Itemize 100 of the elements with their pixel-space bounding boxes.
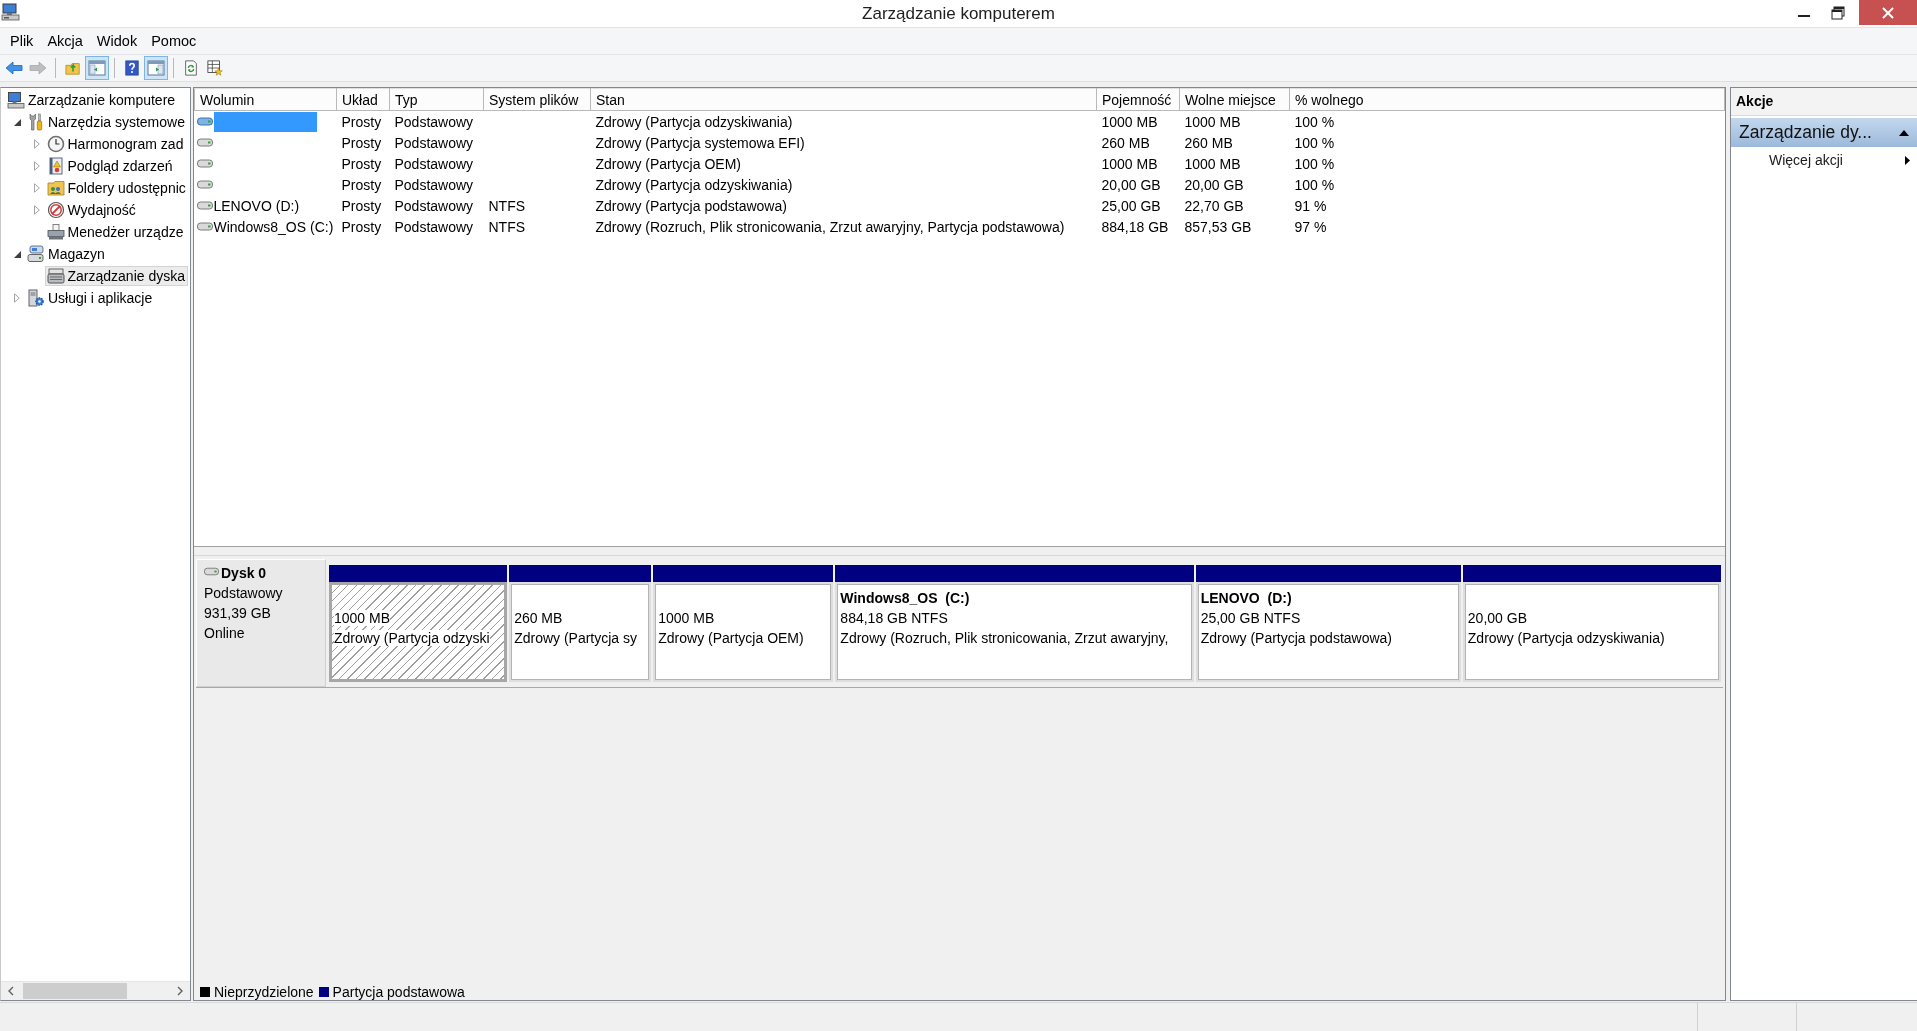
tree-item[interactable]: Narzędzia systemowe: [25, 112, 188, 132]
legend-label: Partycja podstawowa: [332, 983, 465, 1000]
scroll-right-icon[interactable]: [177, 986, 183, 996]
drive-icon: [204, 566, 219, 576]
table-cell-text: 260 MB: [1100, 133, 1151, 153]
selection-highlight[interactable]: [213, 111, 317, 132]
tree-item[interactable]: Zarządzanie komputere: [5, 90, 179, 110]
menu-item[interactable]: Plik: [3, 30, 41, 52]
table-cell: Zdrowy (Partycja odzyskiwania): [590, 110, 1097, 132]
partition-block[interactable]: 260 MB Zdrowy (Partycja sy: [509, 582, 652, 682]
column-header[interactable]: % wolnego: [1289, 88, 1725, 111]
table-cell-text: Prosty: [340, 154, 383, 174]
scroll-left-icon[interactable]: [8, 986, 14, 996]
expand-arrow-icon[interactable]: [33, 139, 40, 149]
partition-status: Zdrowy (Partycja odzyskiwania): [1467, 630, 1665, 646]
partition-name: Windows8_OS (C:): [840, 590, 970, 606]
expand-arrow-icon[interactable]: [33, 161, 40, 171]
minimize-icon: [1798, 14, 1810, 17]
action-link[interactable]: Więcej akcji: [1731, 147, 1917, 173]
table-cell-text: Zdrowy (Partycja podstawowa): [594, 196, 788, 216]
expand-arrow-icon[interactable]: [14, 293, 20, 303]
partition-size: 1000 MB: [334, 610, 391, 626]
table-cell-text: 91 %: [1293, 196, 1328, 216]
legend-label: Nieprzydzielone: [214, 983, 314, 1000]
pane-icon: [88, 60, 106, 76]
app-icon: [1, 2, 21, 22]
table-cell-text: NTFS: [487, 217, 527, 237]
table-cell: 1000 MB: [1179, 110, 1290, 132]
folder-icon: [46, 179, 65, 197]
scrollbar-thumb[interactable]: [23, 983, 127, 999]
partition-name: LENOVO (D:): [1200, 590, 1292, 606]
table-cell-text: 20,00 GB: [1100, 175, 1162, 195]
column-header[interactable]: Typ: [389, 88, 484, 111]
table-cell-text: 97 %: [1293, 217, 1328, 237]
tree-item[interactable]: Foldery udostępnic: [44, 178, 189, 198]
column-header[interactable]: Układ: [336, 88, 390, 111]
table-cell-text: 857,53 GB: [1183, 217, 1253, 237]
table-cell-text: Prosty: [340, 133, 383, 153]
table-cell-text: Zdrowy (Partycja OEM): [594, 154, 742, 174]
window-title: Zarządzanie komputerem: [862, 3, 1055, 25]
close-button[interactable]: [1859, 0, 1917, 25]
actions-section-header[interactable]: Zarządzanie dy...: [1731, 118, 1917, 147]
splitter[interactable]: [194, 546, 1725, 556]
tree-item[interactable]: Wydajność: [44, 200, 139, 220]
page-refresh-icon: [182, 60, 200, 76]
column-header[interactable]: Wolumin: [194, 88, 337, 111]
submenu-arrow-icon: [1905, 155, 1910, 165]
table-cell-text: Podstawowy: [393, 217, 475, 237]
partition-size: 20,00 GB: [1467, 610, 1527, 626]
partition-block[interactable]: 1000 MB Zdrowy (Partycja OEM): [653, 582, 834, 682]
forward-arrow-icon: [29, 60, 47, 76]
table-cell-text: 260 MB: [1183, 133, 1234, 153]
table-cell-text: NTFS: [487, 196, 527, 216]
column-header[interactable]: Pojemność: [1096, 88, 1180, 111]
table-cell-text: Prosty: [340, 196, 383, 216]
tree-item[interactable]: Menedżer urządze: [44, 222, 187, 242]
tree-item[interactable]: Podgląd zdarzeń: [44, 156, 176, 176]
partition-block[interactable]: LENOVO (D:) 25,00 GB NTFS Zdrowy (Partycja podstawowa): [1195, 582, 1461, 682]
disk-status: Online: [204, 624, 246, 643]
expand-arrow-icon[interactable]: [33, 183, 40, 193]
partition-block[interactable]: Windows8_OS (C:) 884,18 GB NTFS Zdrowy (Rozruch, Plik stronicowania, Zrzut awaryjny,: [835, 582, 1194, 682]
table-cell-text: Podstawowy: [393, 196, 475, 216]
tree-item[interactable]: Usługi i aplikacje: [25, 288, 156, 308]
partition-block[interactable]: 20,00 GB Zdrowy (Partycja odzyskiwania): [1462, 582, 1721, 682]
server-gear-icon: [27, 289, 45, 307]
console-tree-button[interactable]: [85, 56, 109, 80]
volume-name[interactable]: Windows8_OS (C:): [213, 216, 336, 237]
grid-star-icon: [206, 60, 224, 76]
collapse-arrow-icon[interactable]: [13, 250, 21, 258]
folder-up-icon: [64, 60, 82, 76]
tools-icon: [27, 113, 45, 131]
close-icon: [1882, 6, 1894, 19]
table-cell-text: Prosty: [340, 217, 383, 237]
column-header[interactable]: System plików: [483, 88, 591, 111]
table-cell-text: Podstawowy: [393, 133, 475, 153]
table-cell-text: Zdrowy (Partycja odzyskiwania): [594, 175, 794, 195]
clock-icon: [46, 135, 65, 153]
tree-item[interactable]: Zarządzanie dyska: [44, 266, 188, 286]
expand-arrow-icon[interactable]: [33, 205, 40, 215]
menu-item[interactable]: Pomoc: [144, 30, 204, 52]
menu-item[interactable]: Widok: [89, 30, 145, 52]
action-pane-button[interactable]: [144, 56, 168, 80]
column-header[interactable]: Wolne miejsce: [1179, 88, 1290, 111]
disk-size: 931,39 GB: [204, 604, 272, 623]
table-cell-text: 25,00 GB: [1100, 196, 1162, 216]
tree-item[interactable]: Harmonogram zad: [44, 134, 187, 154]
table-cell-text: 100 %: [1293, 154, 1336, 174]
table-cell: Podstawowy: [389, 110, 484, 132]
partition-block[interactable]: 1000 MB Zdrowy (Partycja odzyski: [329, 582, 508, 682]
tree-item[interactable]: Magazyn: [25, 244, 108, 264]
partition-status: Zdrowy (Partycja OEM): [658, 630, 804, 646]
volume-name[interactable]: LENOVO (D:): [213, 195, 302, 216]
menu-item[interactable]: Akcja: [40, 30, 90, 52]
table-cell-text: 1000 MB: [1100, 154, 1159, 174]
table-cell-text: 100 %: [1293, 175, 1336, 195]
table-cell-text: 22,70 GB: [1183, 196, 1245, 216]
pane-icon: [147, 60, 165, 76]
collapse-arrow-icon[interactable]: [13, 118, 21, 126]
partition-status: Zdrowy (Partycja sy: [514, 630, 638, 646]
column-header[interactable]: Stan: [590, 88, 1097, 111]
